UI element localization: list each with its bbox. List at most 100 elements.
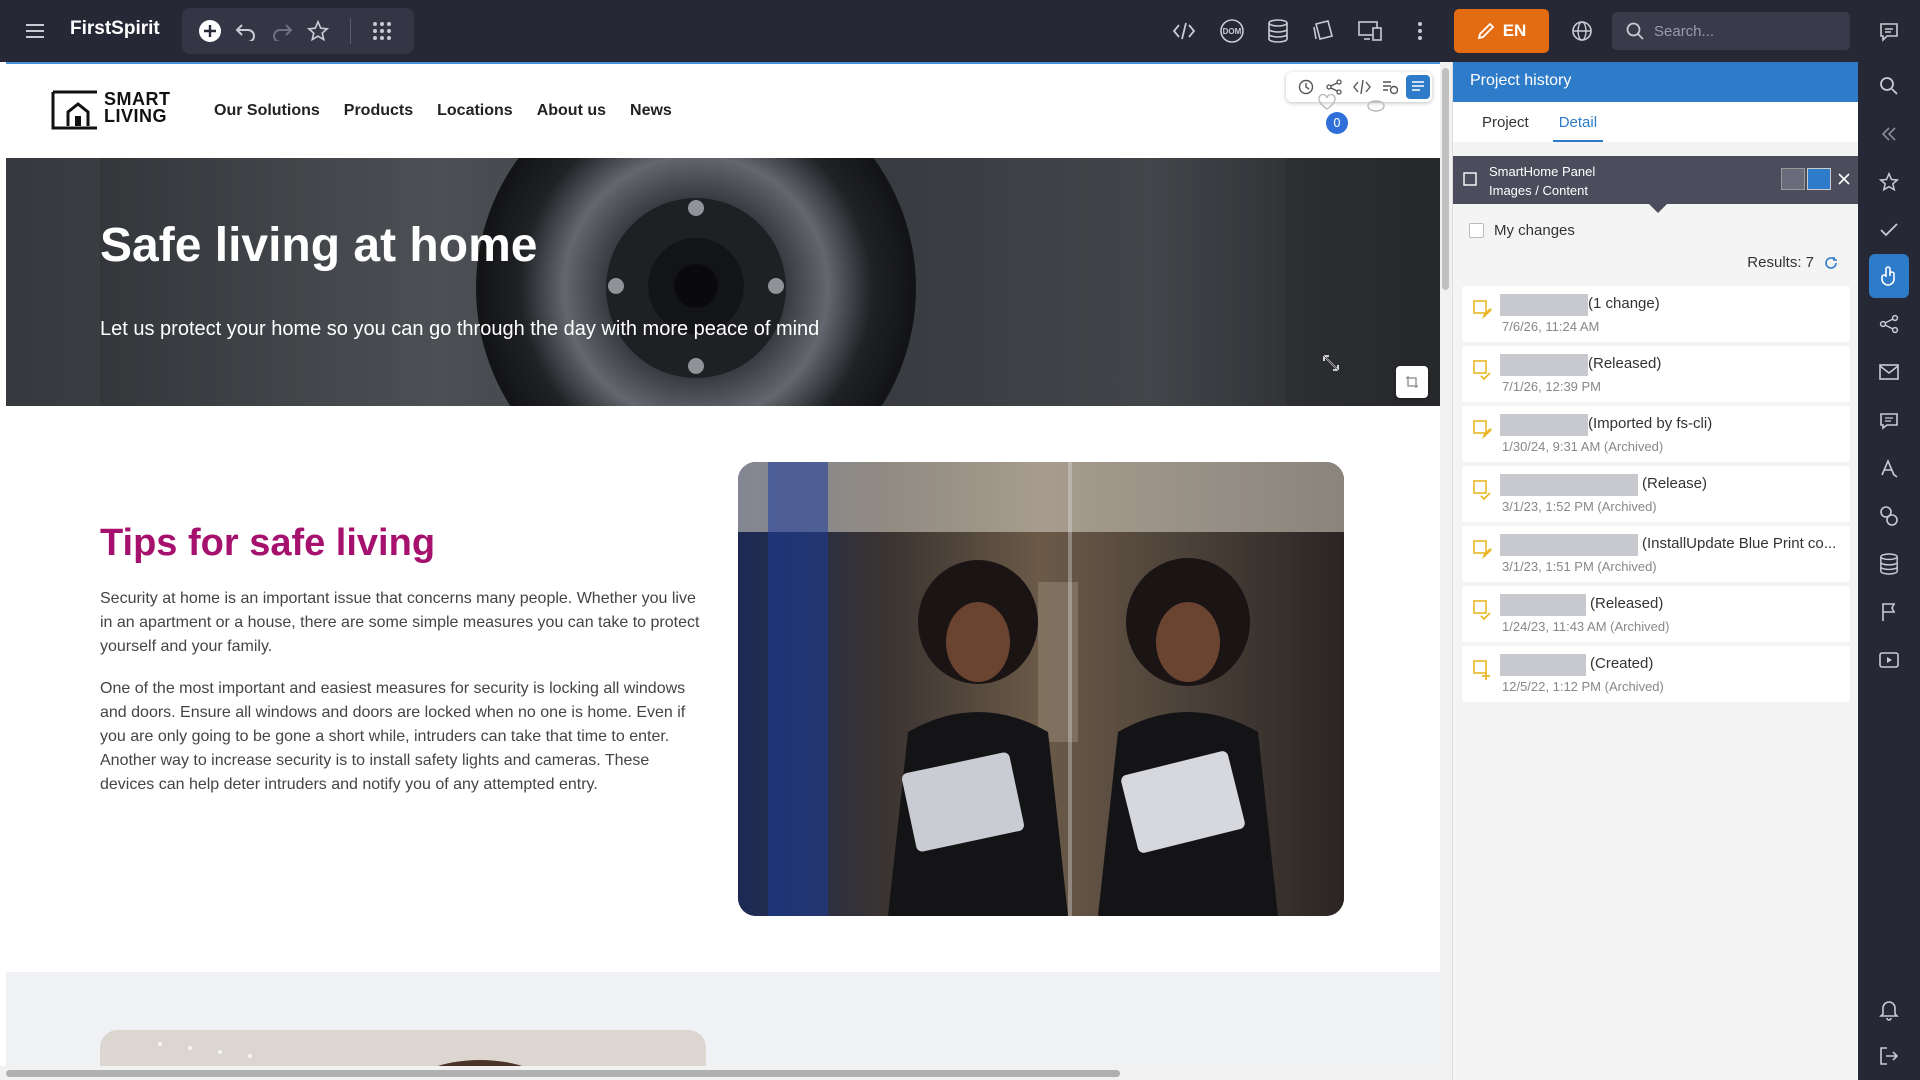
heart-icon[interactable] [1318,94,1336,110]
apps-grid-icon[interactable] [368,17,396,45]
crop-icon [1406,376,1418,388]
panel-tabs: Project Detail [1453,102,1858,142]
woman-with-laptop-image [738,462,1344,916]
mail-icon[interactable] [1858,352,1920,392]
integrations-icon[interactable] [1858,496,1920,536]
tips-photo[interactable] [738,462,1344,916]
search-placeholder: Search... [1654,22,1715,40]
history-entry[interactable]: (Release) 3/1/23, 1:52 PM (Archived) [1462,466,1850,522]
edit-history-icon [1472,419,1492,441]
element-checkbox-icon[interactable] [1463,172,1477,186]
redacted-user-name [1500,474,1638,496]
site-navigation: Our Solutions Products Locations About u… [214,102,672,120]
nav-locations[interactable]: Locations [437,102,513,120]
section-edit-handle[interactable] [1396,366,1428,398]
favorites-icon[interactable] [1858,162,1920,202]
code-icon[interactable] [1168,16,1200,46]
vertical-scrollbar[interactable] [1440,62,1452,1072]
project-history-icon[interactable] [1858,254,1920,298]
pages-icon[interactable] [1308,16,1340,46]
comments-icon[interactable] [1858,12,1920,52]
history-icon[interactable] [1294,75,1318,99]
database-icon[interactable] [1262,16,1294,46]
results-count: Results: 7 [1747,254,1838,271]
history-entry[interactable]: (Imported by fs-cli) 1/30/24, 9:31 AM (A… [1462,406,1850,462]
logo-text-living: LIVING [104,106,168,126]
nav-our-solutions[interactable]: Our Solutions [214,102,320,120]
site-header: SMART LIVING Our Solutions Products Loca… [6,64,1440,158]
globe-icon[interactable] [1566,16,1598,46]
media-icon[interactable] [1858,640,1920,680]
app-title: FirstSpirit [70,18,160,39]
history-entry-date: 7/6/26, 11:24 AM [1502,319,1600,334]
translate-icon[interactable] [1858,448,1920,488]
history-entry-date: 7/1/26, 12:39 PM [1502,379,1602,394]
hero-title: Safe living at home [100,219,538,272]
page-preview: SMART LIVING Our Solutions Products Loca… [6,62,1440,1072]
history-entry[interactable]: (InstallUpdate Blue Print co... 3/1/23, … [1462,526,1850,582]
history-entry[interactable]: (1 change) 7/6/26, 11:24 AM [1462,286,1850,342]
collapse-icon[interactable] [1858,114,1920,154]
my-changes-label: My changes [1494,222,1575,239]
resize-cursor-icon [1322,354,1340,372]
preview-thumbnail-icon[interactable] [1781,168,1805,190]
cart-icon[interactable] [1366,96,1386,112]
horizontal-scrollbar-thumb[interactable] [6,1070,1120,1077]
history-entry-date: 3/1/23, 1:51 PM (Archived) [1502,559,1657,574]
logout-icon[interactable] [1858,1036,1920,1076]
inline-edit-toolbar [1286,72,1432,102]
project-history-toggle-icon[interactable] [1406,75,1430,99]
nav-news[interactable]: News [630,102,672,120]
rail-search-icon[interactable] [1858,66,1920,106]
vertical-scrollbar-thumb[interactable] [1442,68,1449,290]
refresh-icon[interactable] [1824,256,1838,270]
dom-icon[interactable]: DOM [1216,16,1248,46]
history-entry[interactable]: (Released) 1/24/23, 11:43 AM (Archived) [1462,586,1850,642]
pencil-icon [1477,22,1495,40]
context-element-path: Images / Content [1489,183,1588,198]
more-vertical-icon[interactable] [1406,16,1434,46]
history-entry-action: (Imported by fs-cli) [1588,415,1713,432]
tab-detail[interactable]: Detail [1552,102,1604,142]
nav-about-us[interactable]: About us [537,102,606,120]
history-entry-action: (InstallUpdate Blue Print co... [1642,535,1837,552]
site-logo[interactable]: SMART LIVING [50,86,171,130]
redacted-user-name [1500,594,1586,616]
history-entry-action: (Release) [1642,475,1708,492]
tips-paragraph-2: One of the most important and easiest me… [100,680,686,793]
selected-thumbnail-icon[interactable] [1807,168,1831,190]
messages-icon[interactable] [1858,400,1920,440]
device-preview-icon[interactable] [1354,16,1386,46]
redo-icon[interactable] [268,17,296,45]
hero-banner[interactable]: Safe living at home Let us protect your … [6,158,1440,406]
star-icon[interactable] [304,17,332,45]
quick-actions-group [182,8,414,54]
data-sources-icon[interactable] [1858,544,1920,584]
my-changes-filter[interactable]: My changes [1469,222,1575,239]
flag-icon[interactable] [1858,592,1920,632]
search-icon [1626,22,1644,40]
undo-icon[interactable] [232,17,260,45]
search-input[interactable]: Search... [1612,12,1850,50]
history-entry-action: (Released) [1588,355,1662,372]
my-changes-checkbox[interactable] [1469,223,1484,238]
history-entry-action: (Released) [1590,595,1664,612]
history-entry[interactable]: (Released) 7/1/26, 12:39 PM [1462,346,1850,402]
language-edit-button[interactable]: EN [1454,9,1549,53]
hero-background-image [6,158,1440,406]
history-entry-date: 1/30/24, 9:31 AM (Archived) [1502,439,1664,454]
add-icon[interactable] [196,17,224,45]
hamburger-menu-icon[interactable] [20,16,50,46]
tips-paragraph-1: Security at home is an important issue t… [100,590,700,655]
tab-project[interactable]: Project [1482,102,1529,142]
notifications-icon[interactable] [1858,990,1920,1030]
history-entry[interactable]: (Created) 12/5/22, 1:12 PM (Archived) [1462,646,1850,702]
structure-icon[interactable] [1858,304,1920,344]
horizontal-scrollbar[interactable] [0,1066,1452,1080]
redacted-user-name [1500,654,1586,676]
nav-products[interactable]: Products [344,102,413,120]
checkmark-icon[interactable] [1858,210,1920,250]
close-icon[interactable] [1837,172,1851,186]
context-element-name: SmartHome Panel [1489,164,1596,179]
svg-text:DOM: DOM [1223,27,1242,36]
